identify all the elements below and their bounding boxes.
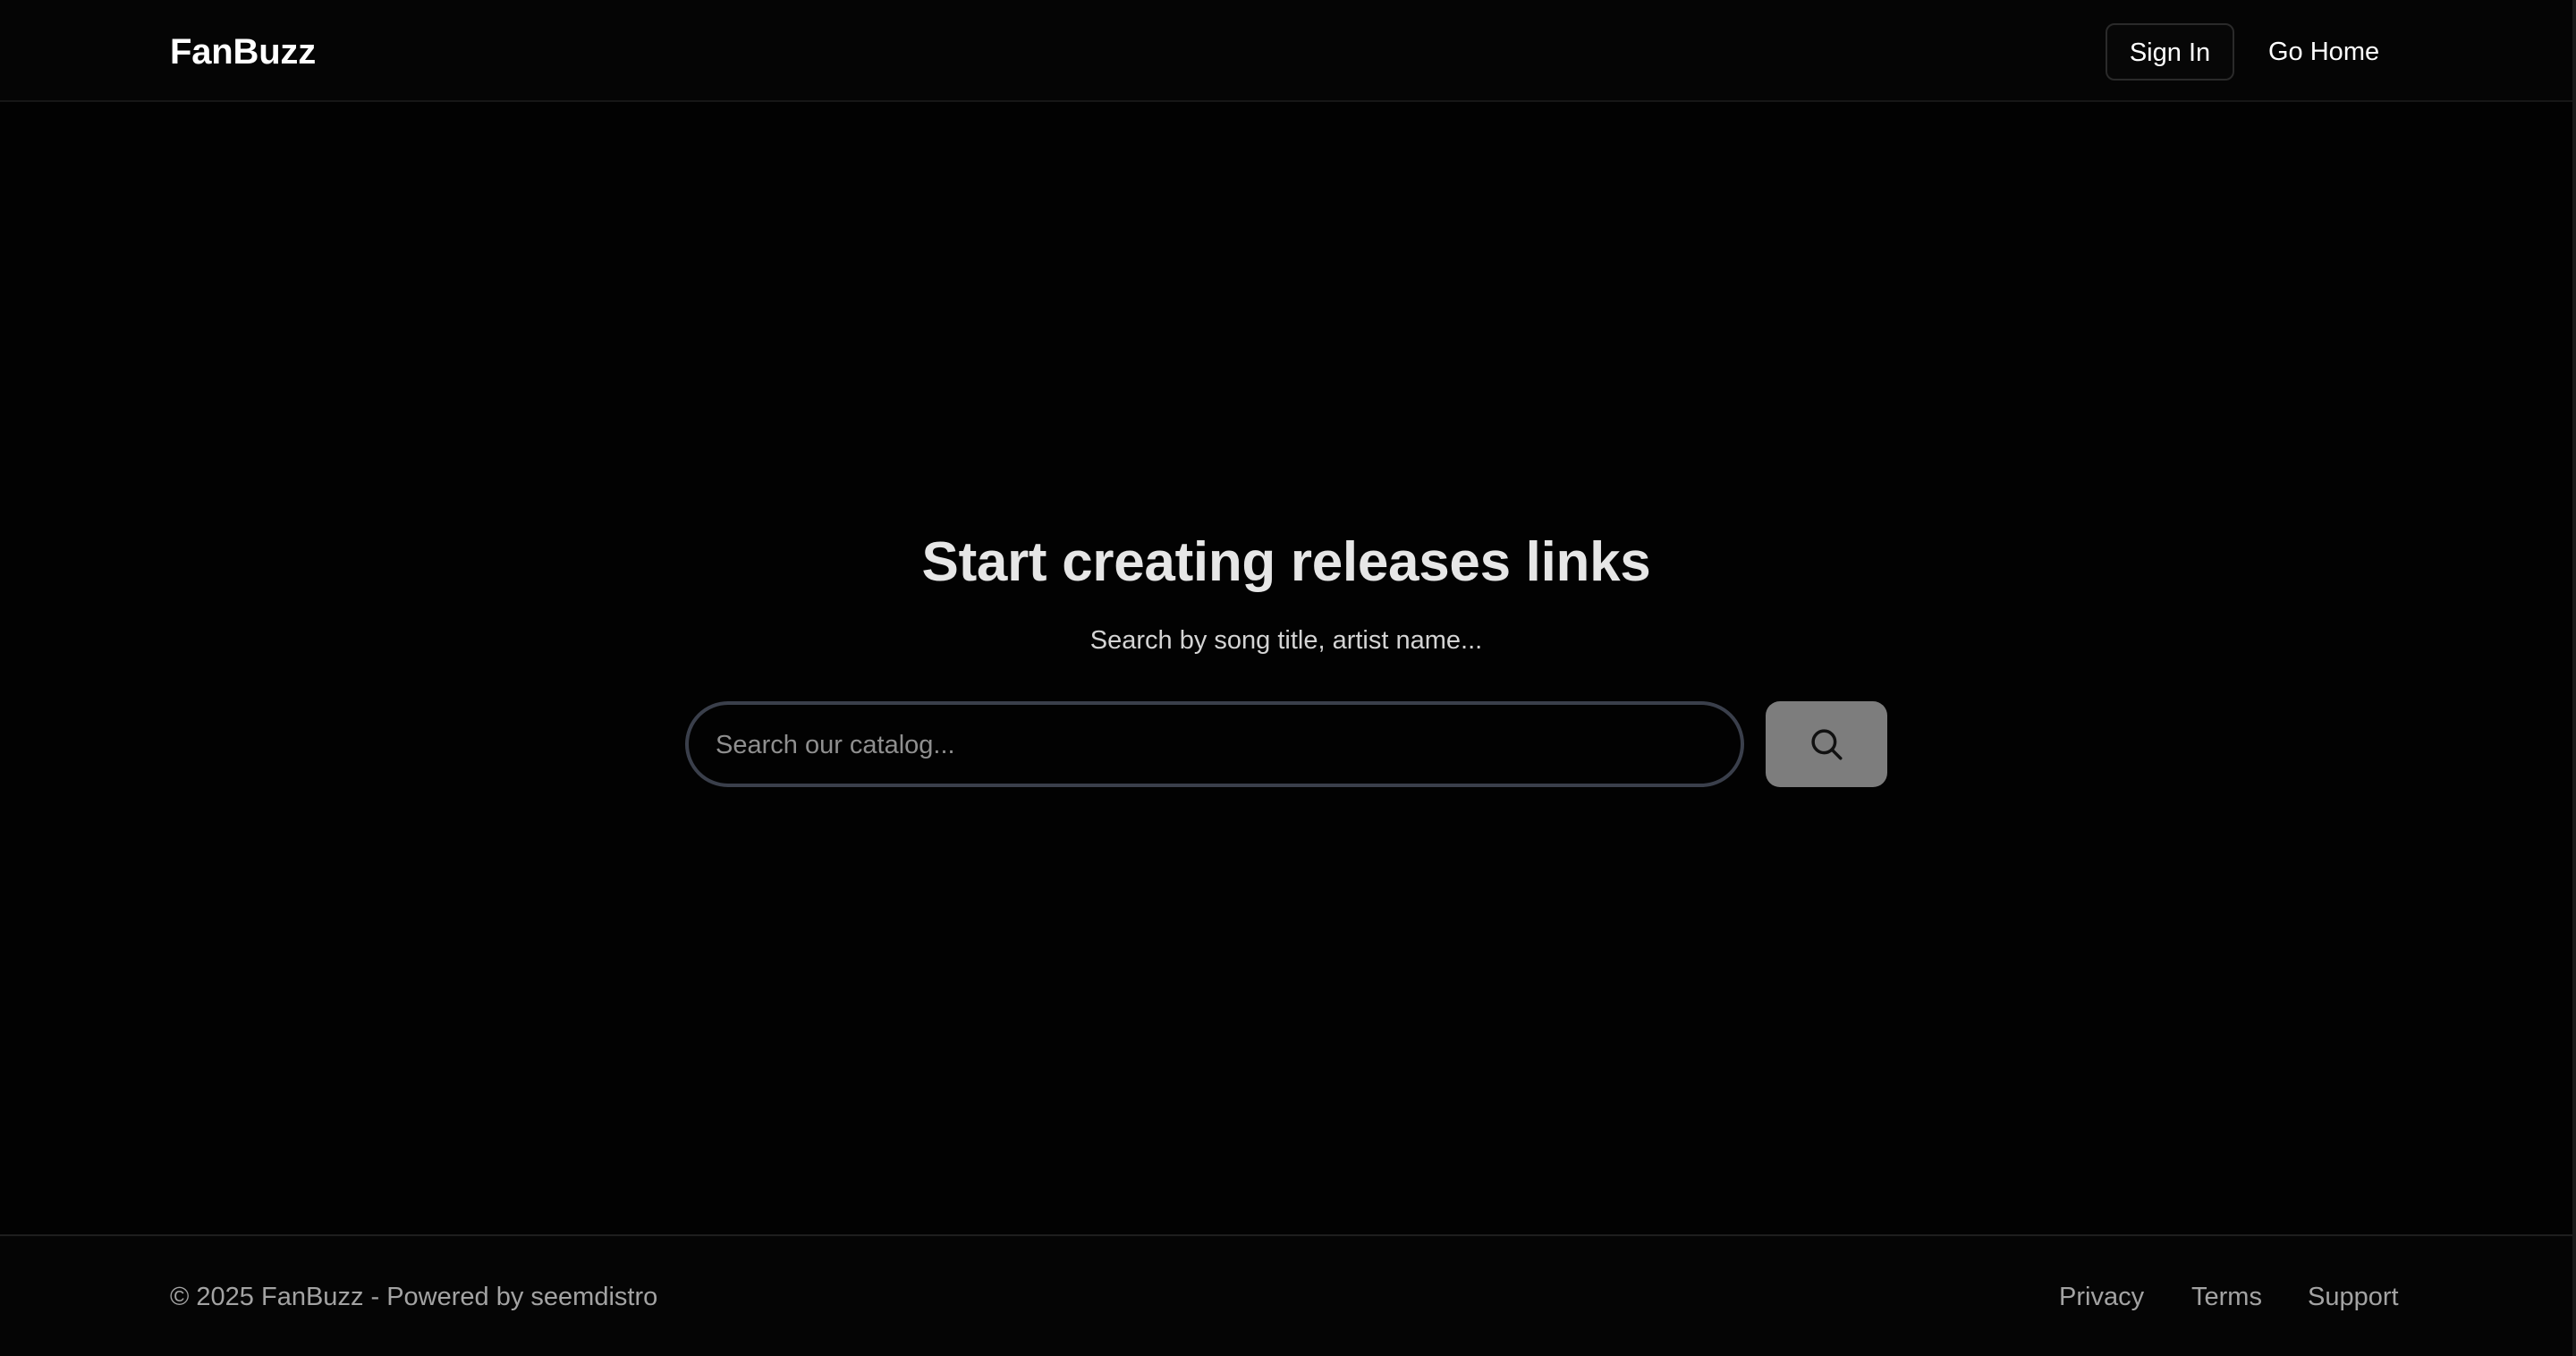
top-navbar: FanBuzz Sign In Go Home [0,0,2572,102]
search-input[interactable] [714,705,1701,785]
brand-logo[interactable]: FanBuzz [170,27,316,77]
sign-in-button[interactable]: Sign In [2106,23,2234,81]
search-icon [1811,729,1843,760]
footer-link-privacy[interactable]: Privacy [2059,1279,2144,1315]
go-home-link[interactable]: Go Home [2268,23,2379,81]
search-button[interactable] [1766,701,1887,787]
footer-link-support[interactable]: Support [2308,1279,2399,1315]
search-field-container[interactable] [685,701,1744,787]
app-root: FanBuzz Sign In Go Home Start creating r… [0,0,2576,1356]
footer-link-terms[interactable]: Terms [2191,1279,2262,1315]
window-scrollbar[interactable] [2572,0,2576,1356]
site-footer: © 2025 FanBuzz - Powered by seemdistro P… [0,1234,2572,1356]
page-title: Start creating releases links [921,531,1651,593]
copyright-text: © 2025 FanBuzz - Powered by seemdistro [170,1283,658,1311]
page-subtitle: Search by song title, artist name... [1089,626,1483,655]
